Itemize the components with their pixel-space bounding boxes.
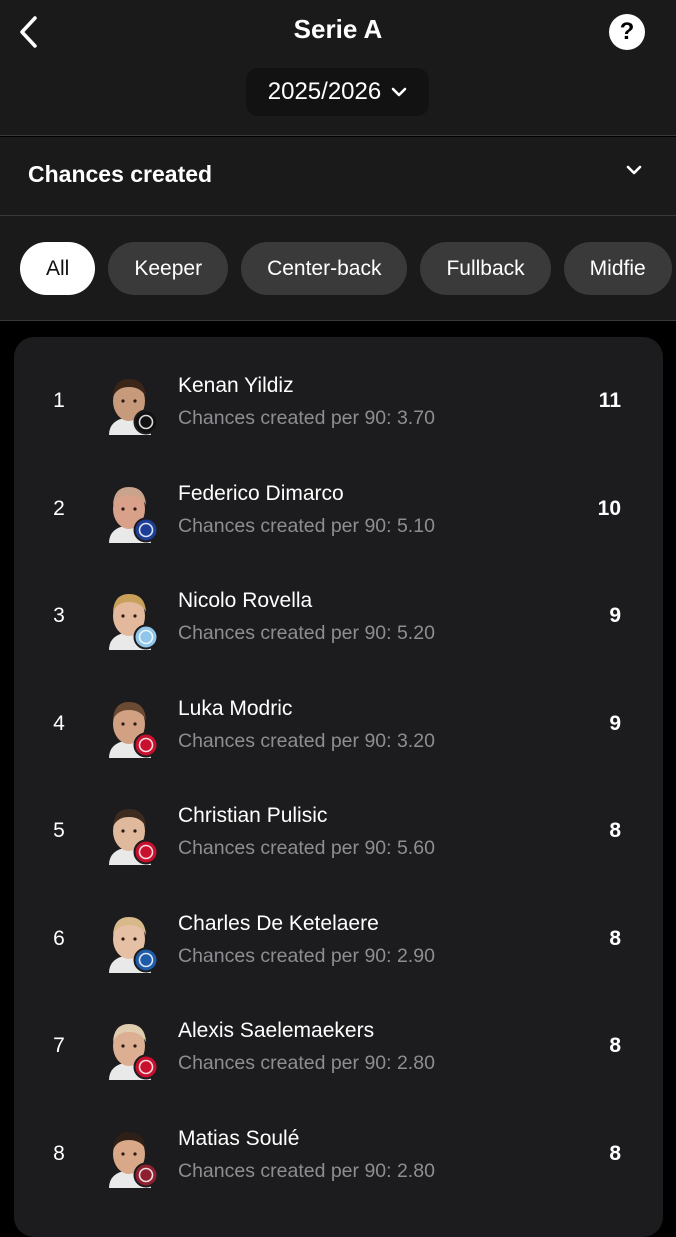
player-eye [121, 399, 125, 403]
club-badge-icon [133, 732, 159, 758]
page-title: Serie A [293, 14, 383, 44]
chip-keeper[interactable]: Keeper [108, 242, 229, 295]
player-name: Alexis Saelemaekers [178, 1019, 375, 1042]
chip-label: Center-back [267, 256, 382, 280]
club-badge-icon [133, 1162, 159, 1188]
player-row[interactable]: 7 Alexis Saelemaekers Chances created pe… [14, 988, 663, 1096]
player-name: Matias Soulé [178, 1127, 300, 1150]
player-name: Federico Dimarco [178, 482, 344, 505]
player-eye [121, 829, 125, 833]
club-badge-icon [133, 409, 159, 435]
club-badge-icon [133, 947, 159, 973]
player-stat-value: 8 [609, 927, 621, 950]
player-stat-value: 9 [609, 712, 621, 735]
player-rank: 3 [53, 604, 65, 627]
player-stat-per-90: Chances created per 90: 2.80 [178, 1160, 435, 1182]
player-avatar [109, 1132, 159, 1188]
season-value: 2025/2026 [267, 78, 382, 105]
player-avatar [109, 809, 159, 865]
stat-dropdown[interactable]: Chances created [0, 137, 676, 215]
player-eye [133, 399, 137, 403]
player-rank: 7 [53, 1034, 65, 1057]
player-eye [133, 1152, 137, 1156]
player-eye [121, 1044, 125, 1048]
player-eye [121, 937, 125, 941]
player-avatar [109, 594, 159, 650]
chip-label: Fullback [446, 256, 525, 280]
season-dropdown[interactable]: 2025/2026 [246, 68, 429, 116]
top-bar: Serie A ? 2025/2026 [0, 0, 676, 135]
player-stat-per-90: Chances created per 90: 3.20 [178, 730, 435, 752]
player-avatar [109, 487, 159, 543]
player-rank: 4 [53, 712, 65, 735]
chip-fullback[interactable]: Fullback [420, 242, 551, 295]
player-row[interactable]: 5 Christian Pulisic Chances created per … [14, 773, 663, 881]
help-button[interactable]: ? [609, 14, 645, 50]
player-rank: 8 [53, 1142, 65, 1165]
player-row[interactable]: 6 Charles De Ketelaere Chances created p… [14, 881, 663, 989]
player-stat-per-90: Chances created per 90: 5.60 [178, 837, 435, 859]
player-avatar [109, 1024, 159, 1080]
player-eye [133, 507, 137, 511]
player-name: Luka Modric [178, 697, 293, 720]
player-rank: 1 [53, 389, 65, 412]
player-eye [133, 614, 137, 618]
player-stat-per-90: Chances created per 90: 2.90 [178, 945, 435, 967]
player-rank: 2 [53, 497, 65, 520]
chevron-down-icon [391, 87, 407, 97]
chip-midfielder[interactable]: Midfie [563, 242, 672, 295]
player-name: Kenan Yildiz [178, 374, 294, 397]
player-rank: 6 [53, 927, 65, 950]
player-stat-per-90: Chances created per 90: 5.20 [178, 622, 435, 644]
player-avatar [109, 702, 159, 758]
club-badge-icon [133, 624, 159, 650]
player-stat-per-90: Chances created per 90: 3.70 [178, 407, 435, 429]
player-name: Nicolo Rovella [178, 589, 313, 612]
chip-label: Midfie [589, 256, 646, 280]
player-stat-per-90: Chances created per 90: 2.80 [178, 1052, 435, 1074]
player-name: Christian Pulisic [178, 804, 328, 827]
player-eye [133, 829, 137, 833]
player-eye [133, 722, 137, 726]
player-stat-value: 9 [609, 604, 621, 627]
player-eye [121, 722, 125, 726]
player-avatar [109, 379, 159, 435]
player-row[interactable]: 4 Luka Modric Chances created per 90: 3.… [14, 666, 663, 774]
chevron-down-icon [626, 165, 642, 175]
position-chips: All Keeper Center-back Fullback Midfie [20, 242, 672, 295]
player-stat-value: 11 [598, 389, 621, 412]
player-name: Charles De Ketelaere [178, 912, 379, 935]
player-eye [121, 507, 125, 511]
player-stat-value: 8 [609, 1142, 621, 1165]
player-stat-per-90: Chances created per 90: 5.10 [178, 515, 435, 537]
player-row[interactable]: 3 Nicolo Rovella Chances created per 90:… [14, 558, 663, 666]
player-row[interactable]: 8 Matias Soulé Chances created per 90: 2… [14, 1096, 663, 1204]
player-rank: 5 [53, 819, 65, 842]
chip-label: All [46, 256, 70, 280]
player-eye [133, 937, 137, 941]
player-stat-value: 8 [609, 819, 621, 842]
player-eye [121, 1152, 125, 1156]
stat-label: Chances created [28, 161, 213, 187]
player-eye [133, 1044, 137, 1048]
divider [0, 320, 676, 321]
player-avatar [109, 917, 159, 973]
player-eye [121, 614, 125, 618]
question-icon: ? [619, 18, 635, 45]
club-badge-icon [133, 1054, 159, 1080]
chip-label: Keeper [134, 256, 203, 280]
club-badge-icon [133, 839, 159, 865]
player-row[interactable]: 1 Kenan Yildiz Chances created per 90: 3… [14, 343, 663, 451]
club-badge-icon [133, 517, 159, 543]
chip-all[interactable]: All [20, 242, 96, 295]
player-stat-value: 8 [609, 1034, 621, 1057]
player-row[interactable]: 2 Federico Dimarco Chances created per 9… [14, 451, 663, 559]
position-filter-bar: All Keeper Center-back Fullback Midfie [0, 216, 676, 320]
chip-center-back[interactable]: Center-back [241, 242, 408, 295]
player-stat-value: 10 [597, 497, 621, 520]
divider [0, 135, 676, 136]
player-ranking-list: 1 Kenan Yildiz Chances created per 90: 3… [14, 337, 663, 1237]
